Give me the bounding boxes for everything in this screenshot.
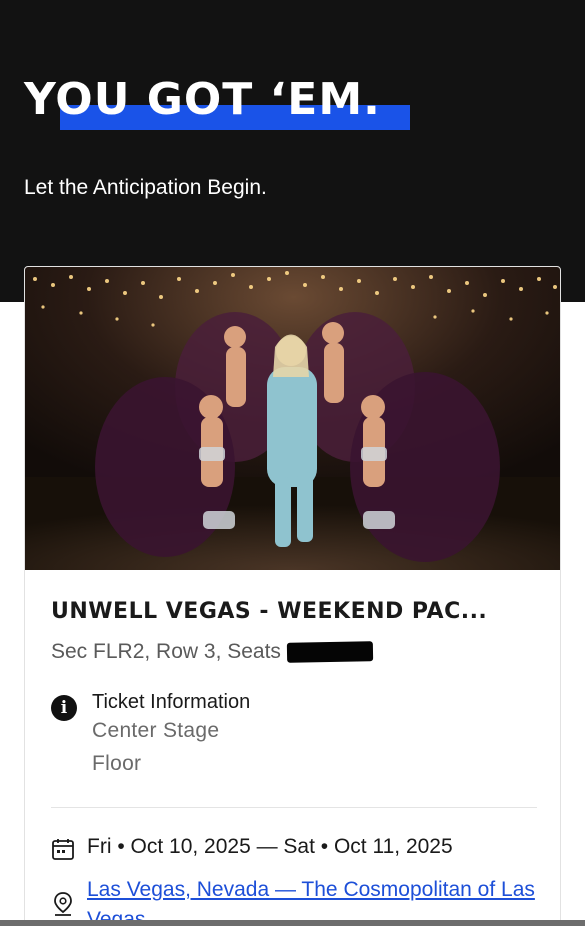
venue-link[interactable]: Las Vegas, Nevada — The Cosmopolitan of …	[87, 875, 547, 926]
calendar-icon	[52, 839, 74, 860]
ticket-area: Center Stage	[92, 719, 220, 742]
scroll-indicator	[0, 920, 585, 926]
location-pin-icon	[54, 892, 72, 916]
ticket-card[interactable]: UNWELL VEGAS - WEEKEND PAC... Sec FLR2, …	[24, 266, 561, 926]
seat-details: Sec FLR2, Row 3, Seats	[51, 640, 374, 664]
header-banner: YOU GOT ‘EM. Let the Anticipation Begin.	[0, 0, 585, 302]
page-title: YOU GOT ‘EM.	[24, 74, 381, 125]
event-photo	[25, 267, 560, 570]
event-title[interactable]: UNWELL VEGAS - WEEKEND PAC...	[51, 599, 487, 624]
info-icon: i	[51, 695, 77, 721]
page-subtitle: Let the Anticipation Begin.	[24, 176, 267, 199]
ticket-level: Floor	[92, 752, 142, 775]
headline-group: YOU GOT ‘EM.	[24, 74, 444, 134]
seat-text: Sec FLR2, Row 3, Seats	[51, 640, 281, 663]
divider	[51, 807, 537, 808]
ticket-info-label: Ticket Information	[92, 691, 251, 713]
redacted-seat-numbers	[286, 641, 374, 663]
event-date-range: Fri • Oct 10, 2025 — Sat • Oct 11, 2025	[87, 835, 453, 858]
